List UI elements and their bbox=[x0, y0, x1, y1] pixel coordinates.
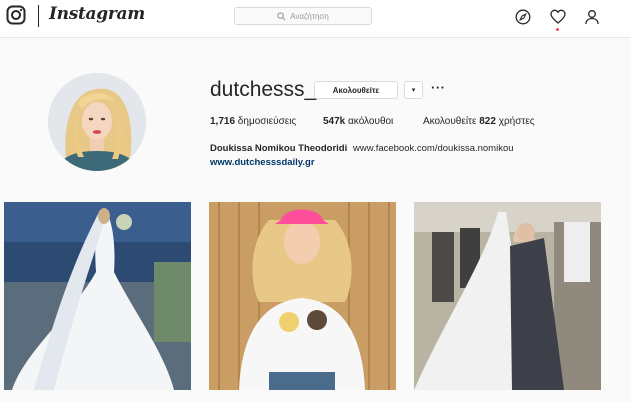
profile-website-link[interactable]: www.dutchesssdaily.gr bbox=[210, 157, 315, 168]
post-thumbnail-1[interactable] bbox=[4, 202, 191, 390]
following-label: χρήστες bbox=[495, 116, 535, 127]
profile-avatar[interactable] bbox=[48, 73, 146, 171]
followers-label: ακόλουθοι bbox=[345, 116, 394, 127]
posts-count-stat: 1,716 δημοσιεύσεις bbox=[210, 116, 296, 127]
bride-by-sea-photo bbox=[4, 202, 191, 390]
following-prefix: Ακολουθείτε bbox=[423, 116, 480, 127]
following-button[interactable]: Ακολουθείτε bbox=[314, 81, 398, 99]
wedding-kiss-photo bbox=[414, 202, 601, 390]
post-thumbnail-3[interactable] bbox=[414, 202, 601, 390]
search-placeholder: Αναζήτηση bbox=[290, 11, 329, 21]
posts-label: δημοσιεύσεις bbox=[235, 116, 297, 127]
following-count: 822 bbox=[479, 116, 496, 127]
followers-count: 547k bbox=[323, 116, 346, 127]
instagram-camera-logo-icon[interactable] bbox=[6, 5, 26, 25]
instagram-wordmark[interactable]: Instagram bbox=[49, 4, 145, 24]
following-stat[interactable]: Ακολουθείτε 822 χρήστες bbox=[423, 116, 535, 127]
notification-dot bbox=[556, 28, 559, 31]
search-input[interactable]: Αναζήτηση bbox=[234, 7, 372, 25]
more-options-icon[interactable]: ··· bbox=[431, 80, 446, 95]
chevron-down-icon: ▾ bbox=[411, 87, 416, 94]
post-thumbnail-2[interactable] bbox=[209, 202, 396, 390]
user-icon[interactable] bbox=[584, 9, 600, 25]
profile-bio: www.facebook.com/doukissa.nomikou bbox=[353, 143, 514, 154]
heart-icon[interactable] bbox=[550, 9, 566, 25]
profile-full-name: Doukissa Nomikou Theodoridi bbox=[210, 143, 348, 154]
suggestions-dropdown-button[interactable]: ▾ bbox=[404, 81, 423, 99]
profile-username: dutchesss_ bbox=[210, 78, 317, 101]
followers-stat[interactable]: 547k ακόλουθοι bbox=[323, 116, 393, 127]
search-icon bbox=[277, 11, 286, 20]
top-navigation: Instagram Αναζήτηση bbox=[0, 0, 631, 38]
nav-divider bbox=[38, 5, 39, 27]
compass-icon[interactable] bbox=[515, 9, 531, 25]
white-tshirt-pink-cap-photo bbox=[209, 202, 396, 390]
posts-count: 1,716 bbox=[210, 116, 236, 127]
